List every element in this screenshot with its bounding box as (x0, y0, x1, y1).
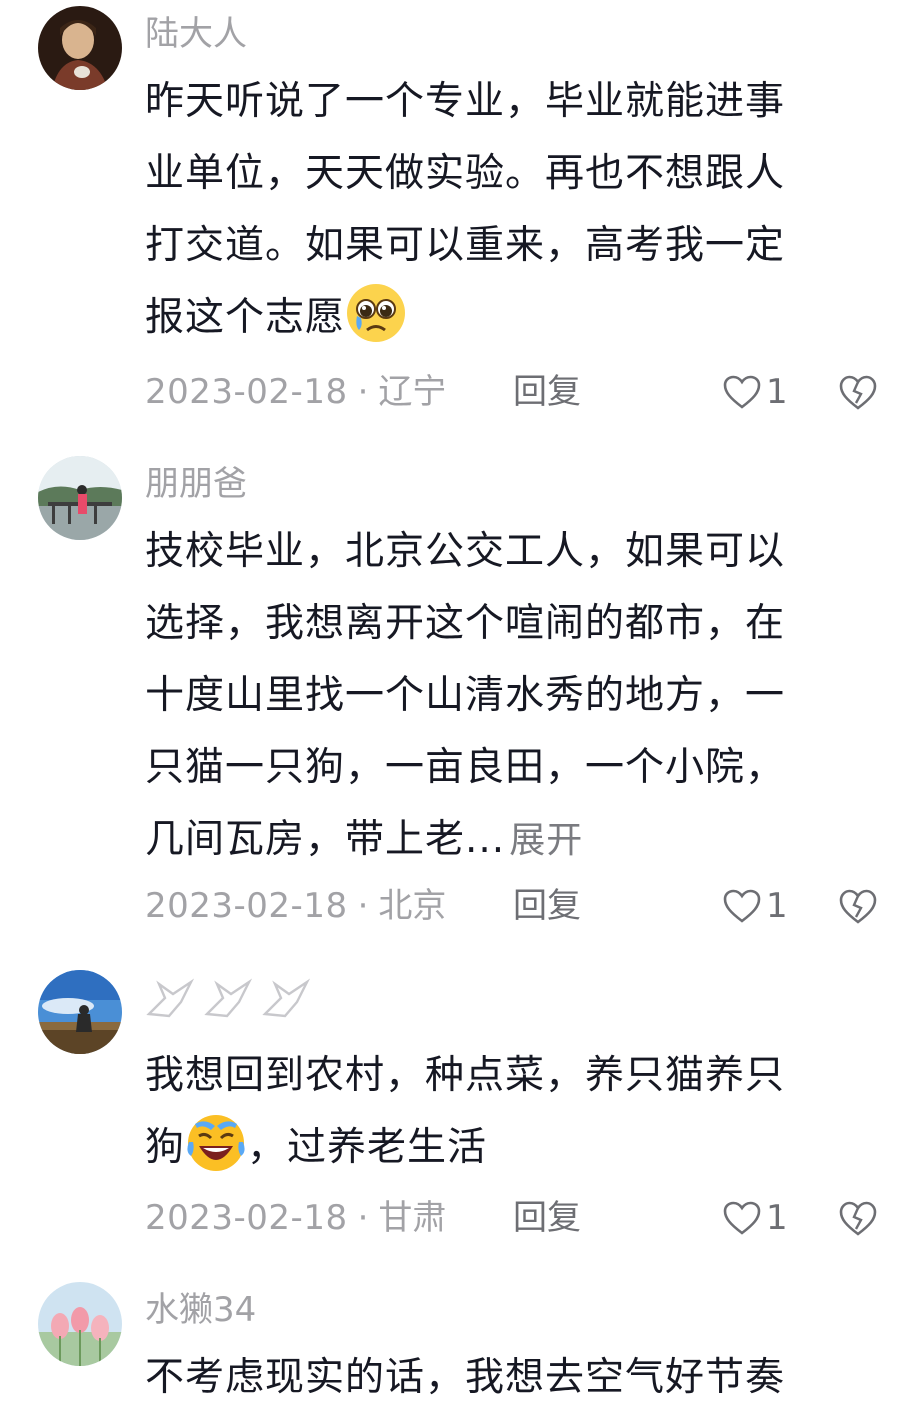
comment-line: 报这个志愿 (145, 282, 873, 354)
pleading-face-icon (345, 282, 407, 344)
like-count: 1 (766, 372, 788, 412)
comment-line: 只猫一只狗，一亩良田，一个小院， (145, 745, 786, 790)
like-count: 1 (766, 1198, 788, 1238)
dislike-button[interactable] (838, 886, 878, 926)
comment-line: 昨天听说了一个专业，毕业就能进事 (145, 79, 786, 124)
dislike-button[interactable] (838, 372, 878, 412)
comment-meta: 2023-02-18 · 辽宁 回复 1 (145, 368, 885, 416)
comment-text: 不考虑现实的话，我想去空气好节奏 (145, 1342, 873, 1414)
avatar[interactable] (38, 1282, 122, 1366)
separator: · (357, 372, 369, 412)
comment-line: 几间瓦房，带上老... 展开 (145, 804, 873, 876)
comment-location: 甘肃 (378, 1198, 447, 1238)
comment-line: 打交道。如果可以重来，高考我一定 (145, 223, 786, 268)
comment-line-text: 狗 (145, 1125, 186, 1170)
comment-line: 技校毕业，北京公交工人，如果可以 (145, 529, 786, 574)
heart-icon (723, 889, 761, 923)
comment-line: 十度山里找一个山清水秀的地方，一 (145, 673, 786, 718)
username[interactable]: 陆大人 (145, 12, 247, 56)
broken-heart-icon (839, 1201, 877, 1236)
comment-line-text: 几间瓦房，带上老... (145, 817, 506, 862)
crying-laughing-face-icon (185, 1112, 247, 1174)
comment-date: 2023-02-18 (145, 372, 348, 412)
comment-date: 2023-02-18 (145, 1198, 348, 1238)
separator: · (357, 1198, 369, 1238)
reply-button[interactable]: 回复 (513, 1194, 581, 1242)
comment-text: 技校毕业，北京公交工人，如果可以 选择，我想离开这个喧闹的都市，在 十度山里找一… (145, 516, 873, 876)
comment-line-text: 报这个志愿 (145, 295, 346, 340)
comment-meta: 2023-02-18 · 甘肃 回复 1 (145, 1194, 885, 1242)
comment-line-text: ，过养老生活 (247, 1125, 488, 1170)
username[interactable]: 水獭34 (145, 1288, 256, 1332)
username[interactable]: 朋朋爸 (145, 462, 247, 506)
comment-location: 北京 (378, 886, 447, 926)
heart-icon (723, 1201, 761, 1235)
reply-button[interactable]: 回复 (513, 882, 581, 930)
reply-button[interactable]: 回复 (513, 368, 581, 416)
like-button[interactable]: 1 (722, 368, 788, 416)
comment-line: 我想回到农村，种点菜，养只猫养只 (145, 1053, 786, 1098)
comment-line: 不考虑现实的话，我想去空气好节奏 (145, 1355, 786, 1400)
avatar[interactable] (38, 456, 122, 540)
comment-text: 昨天听说了一个专业，毕业就能进事 业单位，天天做实验。再也不想跟人 打交道。如果… (145, 66, 873, 354)
bird-icons (146, 978, 311, 1018)
avatar[interactable] (38, 6, 122, 90)
broken-heart-icon (839, 889, 877, 924)
comment-line: 狗 ，过养老生活 (145, 1112, 873, 1184)
username[interactable] (145, 974, 325, 1033)
comment-date: 2023-02-18 (145, 886, 348, 926)
heart-icon (723, 375, 761, 409)
comment-text: 我想回到农村，种点菜，养只猫养只 狗 ，过养老生活 (145, 1040, 873, 1184)
avatar[interactable] (38, 970, 122, 1054)
dislike-button[interactable] (838, 1198, 878, 1238)
comment-location: 辽宁 (378, 372, 447, 412)
comment-line: 业单位，天天做实验。再也不想跟人 (145, 151, 786, 196)
comment-meta: 2023-02-18 · 北京 回复 1 (145, 882, 885, 930)
like-button[interactable]: 1 (722, 1194, 788, 1242)
broken-heart-icon (839, 375, 877, 410)
comment-line: 选择，我想离开这个喧闹的都市，在 (145, 601, 786, 646)
like-count: 1 (766, 886, 788, 926)
separator: · (357, 886, 369, 926)
like-button[interactable]: 1 (722, 882, 788, 930)
expand-link[interactable]: 展开 (509, 820, 583, 861)
